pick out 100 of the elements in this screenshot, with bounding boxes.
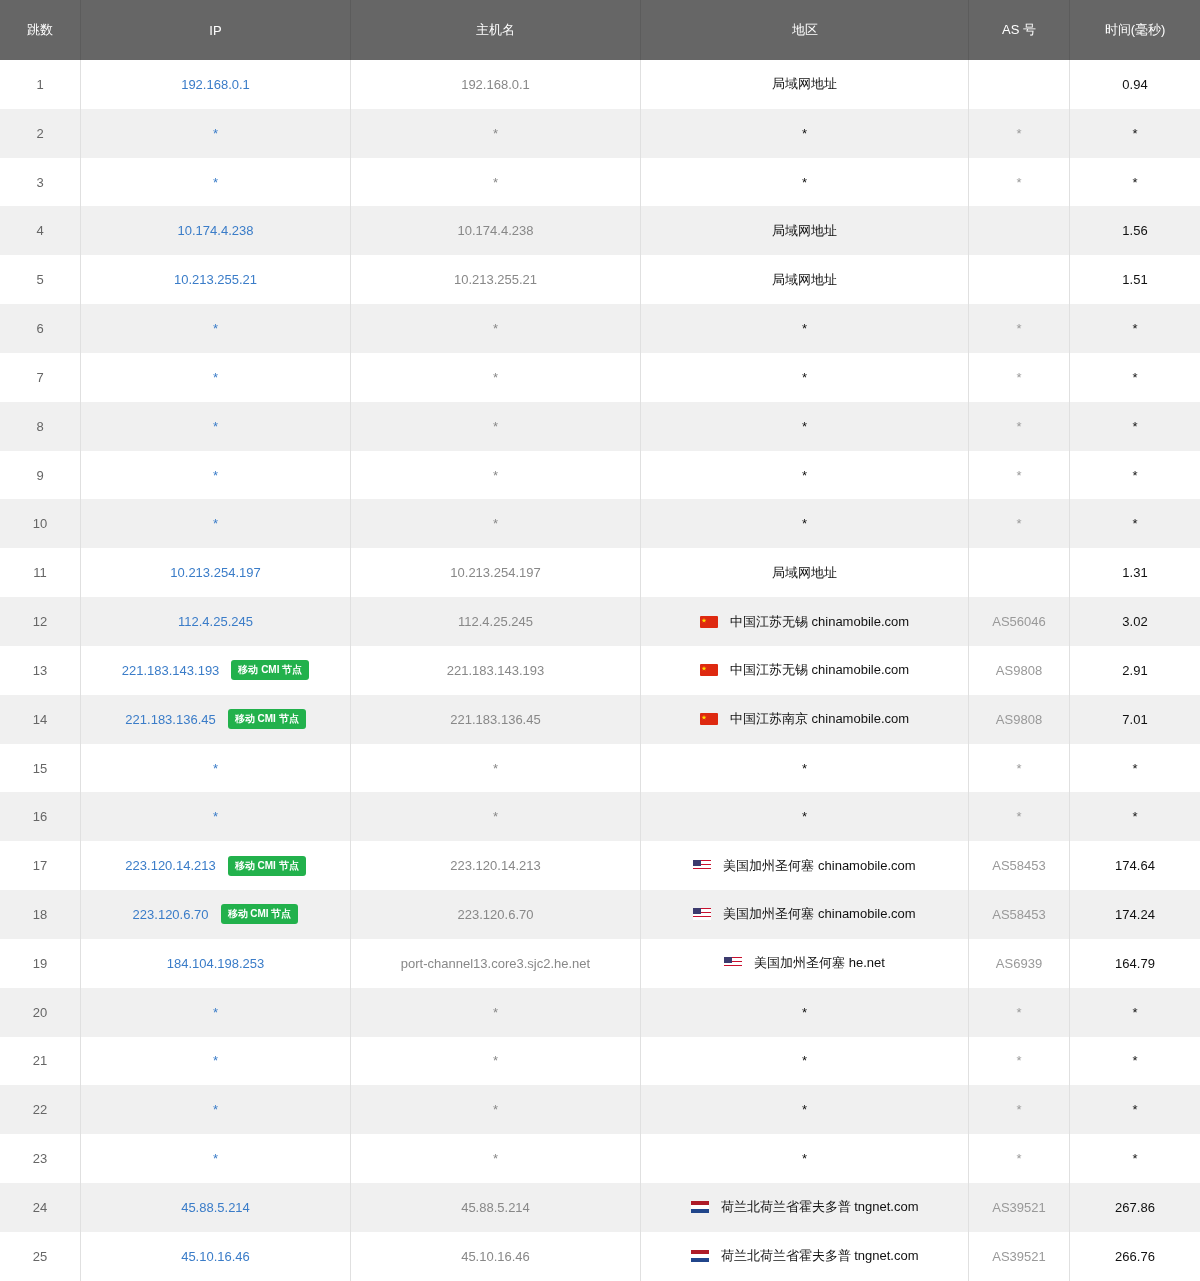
ip-link[interactable]: * — [212, 1102, 219, 1118]
flag-icon — [690, 1250, 709, 1263]
ip-link[interactable]: * — [212, 809, 219, 825]
as-number: * — [1016, 467, 1022, 483]
ip-link[interactable]: 10.213.254.197 — [170, 565, 261, 581]
flag-icon — [699, 713, 718, 726]
hop-number: 6 — [36, 321, 44, 337]
hop-number: 19 — [32, 955, 48, 971]
region: 美国加州圣何塞 chinamobile.com — [723, 905, 916, 924]
hop-number: 18 — [32, 907, 48, 922]
latency: * — [1132, 1053, 1138, 1069]
ip-link[interactable]: * — [212, 174, 219, 190]
hostname: * — [492, 369, 499, 385]
latency: 0.94 — [1122, 76, 1148, 92]
hostname: * — [492, 1053, 499, 1069]
as-number: * — [1016, 760, 1022, 776]
hop-number: 11 — [33, 565, 47, 581]
as-number: * — [1016, 809, 1022, 825]
latency: 1.31 — [1122, 565, 1148, 581]
hop-number: 24 — [32, 1199, 48, 1215]
ip-link[interactable]: 223.120.6.70 — [132, 907, 209, 922]
ip-link[interactable]: 221.183.136.45 — [125, 711, 216, 727]
region: 局域网地址 — [772, 270, 837, 289]
hostname: 10.213.255.21 — [453, 272, 538, 288]
latency: 266.76 — [1115, 1248, 1155, 1264]
ip-link[interactable]: * — [212, 1004, 219, 1020]
latency: 3.02 — [1122, 614, 1148, 629]
region: * — [801, 760, 808, 776]
latency: * — [1132, 760, 1138, 776]
latency: * — [1132, 174, 1138, 190]
ip-link[interactable]: 10.213.255.21 — [173, 272, 258, 288]
as-number: AS39521 — [992, 1199, 1046, 1215]
region: * — [801, 1004, 808, 1020]
ip-link[interactable]: 223.120.14.213 — [125, 858, 216, 874]
latency: 2.91 — [1122, 662, 1148, 678]
ip-link[interactable]: * — [212, 125, 219, 141]
ip-link[interactable]: 192.168.0.1 — [181, 76, 250, 92]
as-number: AS58453 — [992, 907, 1046, 922]
region: * — [801, 1053, 808, 1069]
hop-number: 10 — [32, 516, 48, 532]
ip-link[interactable]: * — [212, 369, 219, 385]
ip-link[interactable]: 45.88.5.214 — [181, 1199, 250, 1215]
region: 局域网地址 — [772, 563, 837, 582]
hostname: * — [492, 174, 499, 190]
flag-icon — [693, 859, 712, 872]
hop-number: 2 — [36, 125, 44, 141]
hostname: * — [492, 760, 499, 776]
hostname: 221.183.136.45 — [450, 711, 541, 727]
hostname: * — [492, 125, 499, 141]
ip-link[interactable]: 184.104.198.253 — [166, 955, 265, 971]
hostname: 10.174.4.238 — [457, 223, 534, 239]
ip-link[interactable]: 45.10.16.46 — [181, 1248, 250, 1264]
region: * — [801, 174, 808, 190]
ip-link[interactable]: * — [212, 516, 219, 532]
region: * — [801, 369, 808, 385]
ip-link[interactable]: * — [212, 418, 219, 434]
latency: * — [1132, 369, 1138, 385]
hostname: port-channel13.core3.sjc2.he.net — [400, 955, 591, 971]
region: 局域网地址 — [772, 221, 837, 240]
latency: * — [1132, 321, 1138, 337]
ip-link[interactable]: * — [212, 760, 219, 776]
region: * — [801, 125, 808, 141]
latency: * — [1132, 1151, 1138, 1167]
hostname: * — [492, 809, 499, 825]
as-number: AS39521 — [992, 1248, 1046, 1264]
hop-number: 15 — [32, 760, 48, 776]
region: 中国江苏无锡 chinamobile.com — [729, 612, 910, 631]
hostname: * — [492, 1004, 499, 1020]
as-number: * — [1016, 1151, 1022, 1167]
latency: * — [1132, 1102, 1138, 1118]
flag-icon — [699, 664, 718, 677]
as-number: * — [1016, 1053, 1022, 1069]
region: * — [801, 467, 808, 483]
region: * — [801, 809, 808, 825]
region: * — [801, 1102, 808, 1118]
hostname: 192.168.0.1 — [461, 76, 530, 92]
as-number: AS56046 — [992, 614, 1046, 629]
hop-number: 25 — [32, 1248, 48, 1264]
hostname: * — [492, 418, 499, 434]
hop-number: 14 — [32, 711, 48, 727]
hostname: * — [492, 467, 499, 483]
latency: * — [1132, 467, 1138, 483]
hostname: 45.88.5.214 — [461, 1199, 530, 1215]
region: 美国加州圣何塞 he.net — [754, 954, 885, 973]
ip-link[interactable]: * — [212, 1151, 219, 1167]
ip-link[interactable]: * — [212, 321, 219, 337]
flag-icon — [690, 1201, 709, 1214]
hop-number: 3 — [36, 174, 44, 190]
node-tag: 移动 CMI 节点 — [227, 855, 306, 876]
hop-number: 8 — [36, 418, 44, 434]
ip-link[interactable]: 221.183.143.193 — [121, 662, 220, 678]
hop-number: 13 — [32, 662, 48, 678]
hostname: 223.120.14.213 — [450, 858, 541, 874]
ip-link[interactable]: * — [212, 467, 219, 483]
latency: * — [1132, 125, 1138, 141]
ip-link[interactable]: 112.4.25.245 — [178, 614, 253, 629]
ip-link[interactable]: * — [212, 1053, 219, 1069]
ip-link[interactable]: 10.174.4.238 — [177, 223, 254, 239]
hostname: 10.213.254.197 — [450, 565, 541, 581]
hostname: * — [492, 516, 499, 532]
